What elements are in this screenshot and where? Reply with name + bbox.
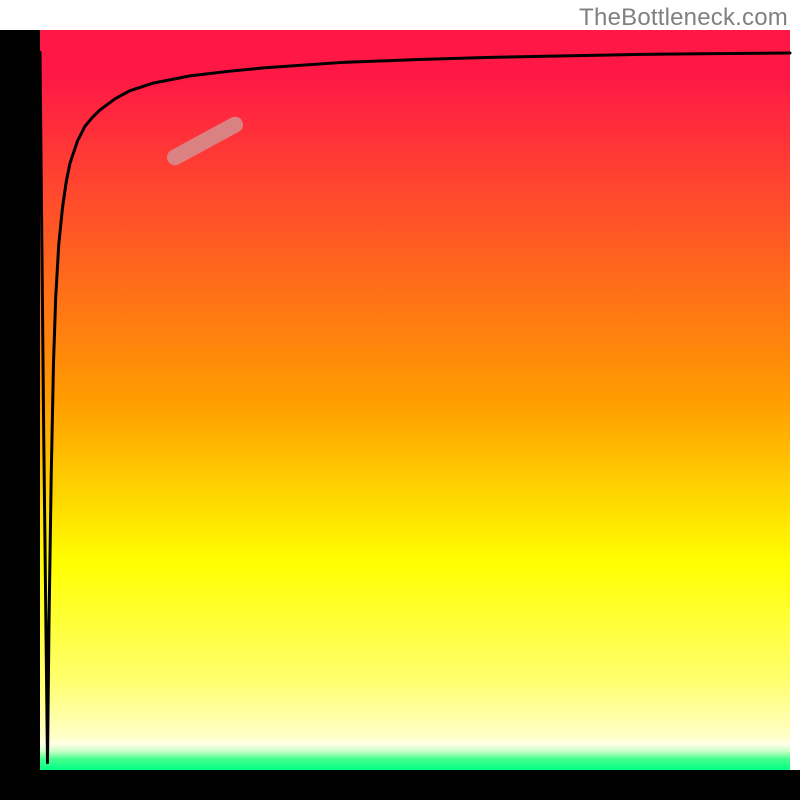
chart-svg (0, 0, 800, 800)
plot-background (40, 30, 790, 770)
frame-bottom (0, 770, 800, 800)
frame-left (0, 30, 40, 800)
chart-container: TheBottleneck.com (0, 0, 800, 800)
watermark-text: TheBottleneck.com (579, 4, 788, 32)
